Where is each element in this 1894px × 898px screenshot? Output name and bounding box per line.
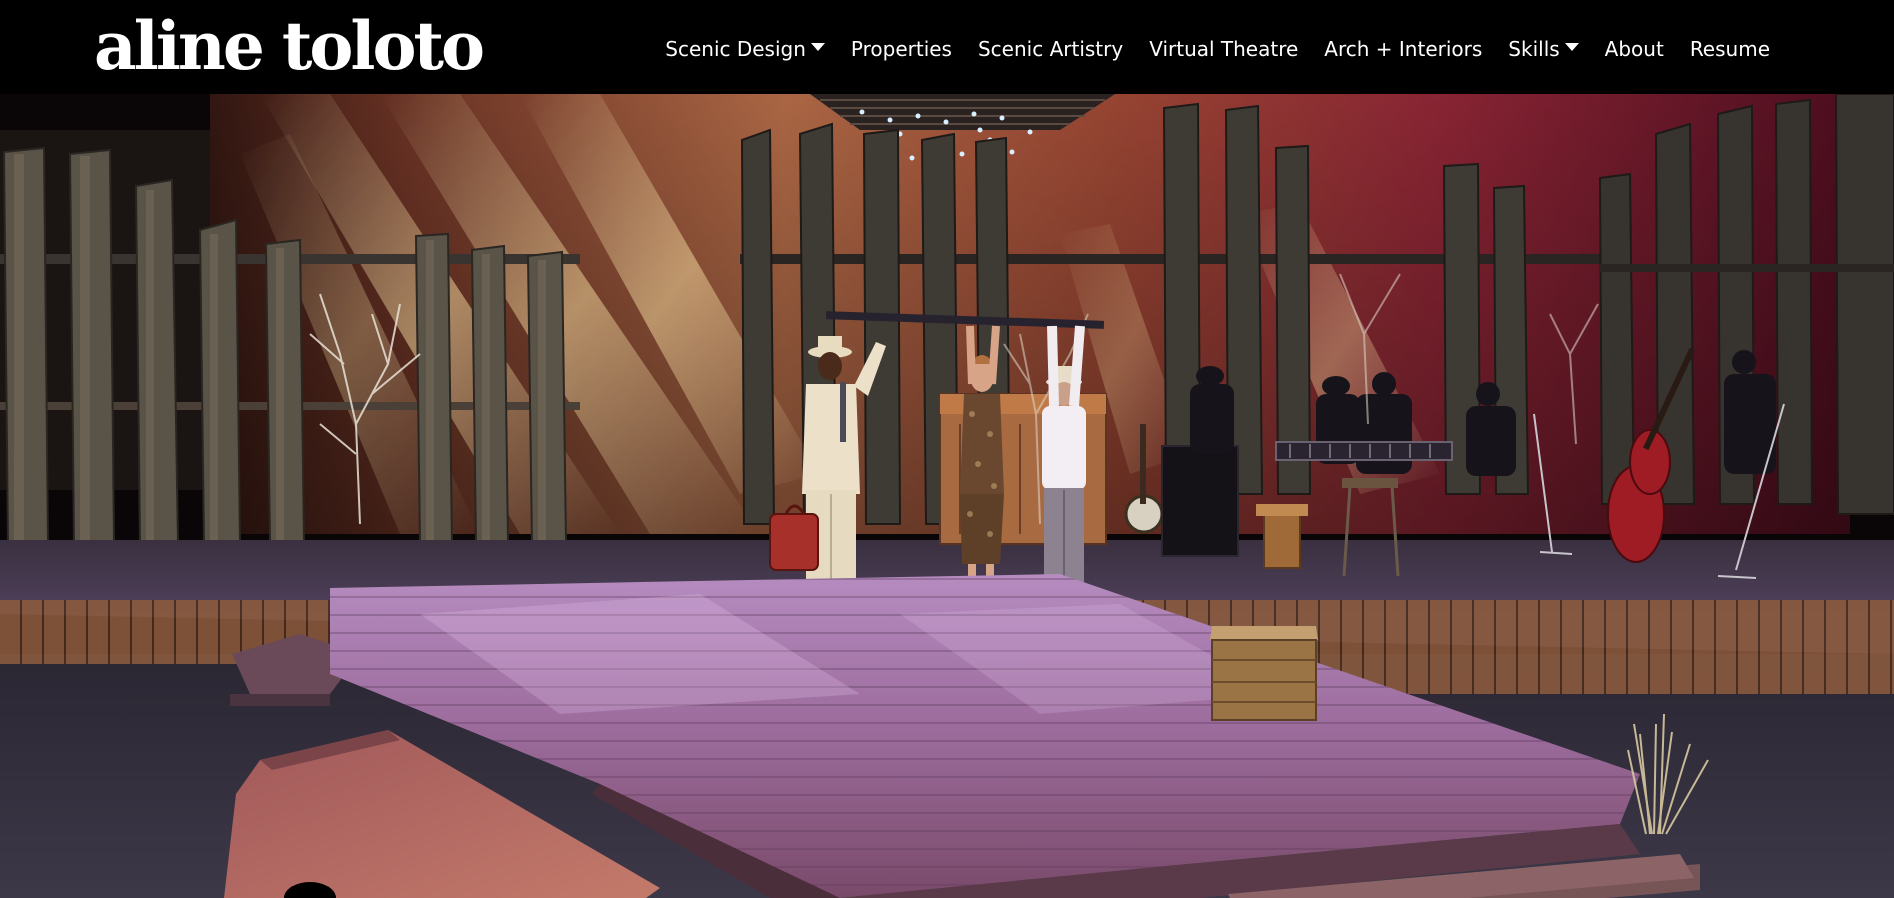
nav-item-label: Scenic Artistry xyxy=(977,37,1124,61)
nav-menu: Scenic Design Properties Scenic Artistry… xyxy=(652,29,1783,69)
nav-item-scenic-design[interactable]: Scenic Design xyxy=(652,29,838,69)
nav-item-skills[interactable]: Skills xyxy=(1495,29,1591,69)
nav-item-resume[interactable]: Resume xyxy=(1677,29,1783,69)
nav-item-label: About xyxy=(1604,37,1664,61)
brand-logo[interactable]: aline toloto xyxy=(94,6,485,86)
nav-item-label: Resume xyxy=(1689,37,1770,61)
navbar: aline toloto Scenic Design Properties Sc… xyxy=(0,0,1894,94)
nav-item-arch-interiors[interactable]: Arch + Interiors xyxy=(1311,29,1495,69)
nav-item-virtual-theatre[interactable]: Virtual Theatre xyxy=(1136,29,1311,69)
nav-item-label: Skills xyxy=(1508,37,1560,61)
caret-down-icon xyxy=(1564,43,1579,51)
nav-item-label: Scenic Design xyxy=(665,37,806,61)
nav-item-label: Virtual Theatre xyxy=(1149,37,1299,61)
stage-photo-image xyxy=(0,94,1894,898)
wooden-box xyxy=(1210,626,1318,721)
nav-item-properties[interactable]: Properties xyxy=(838,29,965,69)
hero-stage-photo xyxy=(0,94,1894,898)
nav-item-label: Properties xyxy=(850,37,952,61)
nav-item-about[interactable]: About xyxy=(1592,29,1677,69)
page: aline toloto Scenic Design Properties Sc… xyxy=(0,0,1894,898)
caret-down-icon xyxy=(810,43,825,51)
nav-item-scenic-artistry[interactable]: Scenic Artistry xyxy=(965,29,1136,69)
nav-item-label: Arch + Interiors xyxy=(1324,37,1483,61)
